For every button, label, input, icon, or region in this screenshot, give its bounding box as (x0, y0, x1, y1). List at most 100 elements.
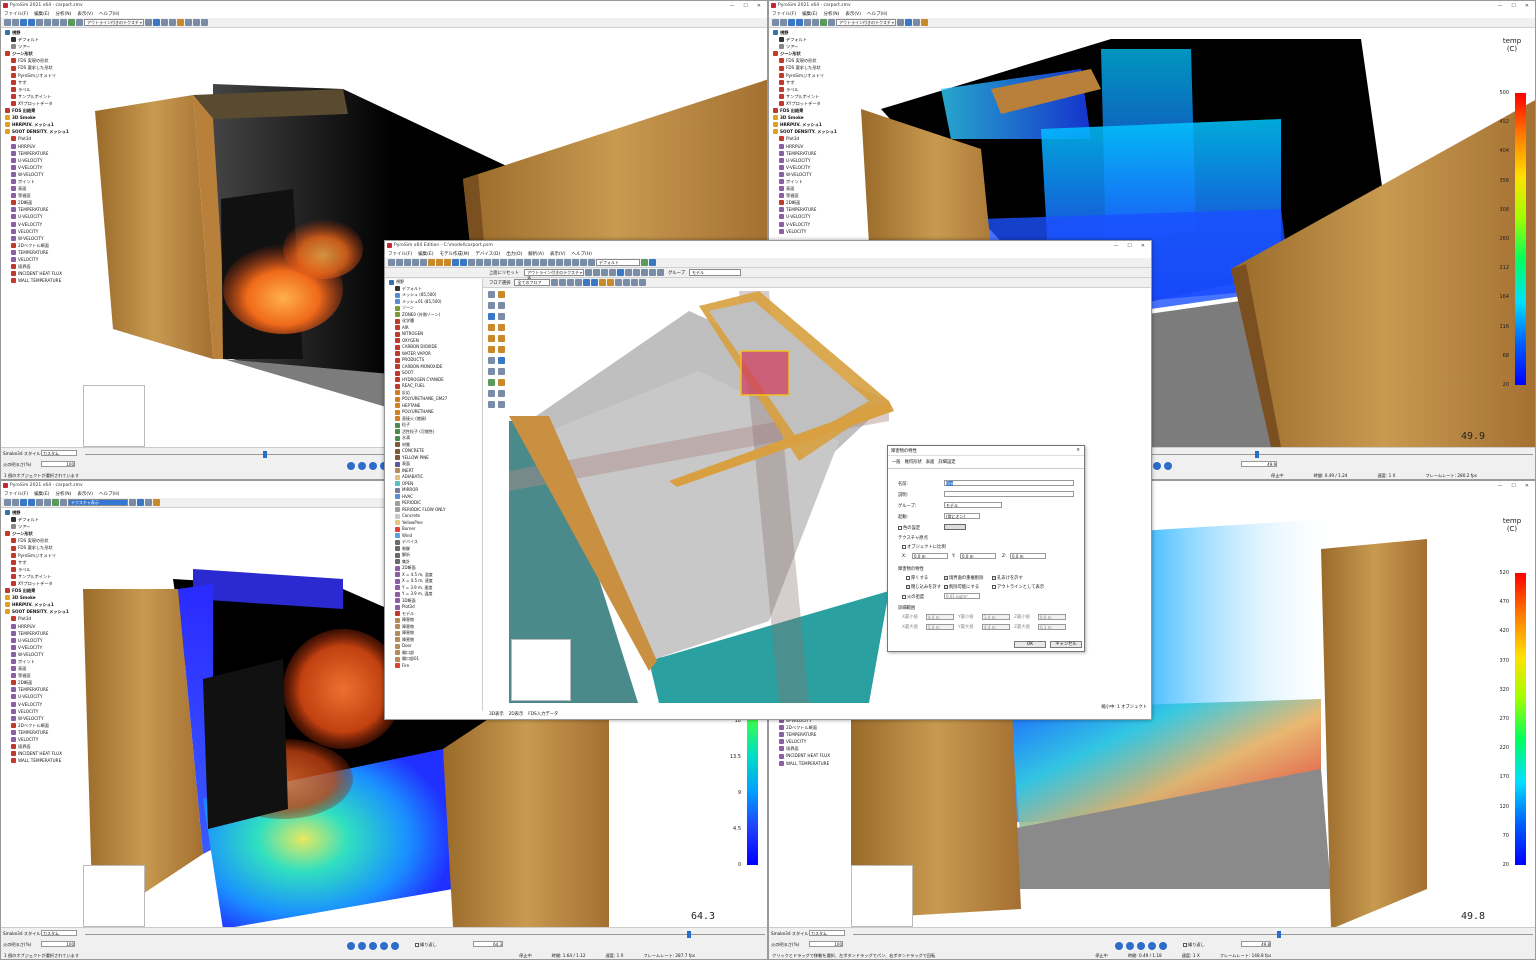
bound-input[interactable]: 4.0 m (926, 614, 954, 620)
tree-item[interactable]: HRRPUV. メッシュ1 (769, 121, 849, 128)
reset-view-button[interactable]: 上面にリセット (489, 270, 519, 276)
tree-item[interactable]: 視野 (1, 29, 81, 36)
tree-item[interactable]: SOOT DENSITY. メッシュ1 (769, 128, 849, 135)
render-mode-select[interactable]: アウトライン付きのテクスチャ (84, 19, 144, 26)
tool-icon[interactable] (153, 19, 160, 26)
smoke-style-select[interactable]: カスタム (809, 930, 845, 936)
tab-fds-input[interactable]: FDS入力データ (528, 711, 558, 717)
tool-icon[interactable] (498, 357, 505, 364)
open-icon[interactable] (4, 19, 11, 26)
tree-item[interactable]: SOOT DENSITY. メッシュ1 (1, 128, 81, 135)
tool-icon[interactable] (145, 499, 152, 506)
close-icon[interactable]: ✕ (1076, 448, 1084, 453)
tree-item[interactable]: FDS 実現の形状 (1, 537, 81, 544)
cancel-button[interactable]: キャンセル (1050, 641, 1082, 648)
tool-icon[interactable] (60, 19, 67, 26)
tool-icon[interactable] (185, 19, 192, 26)
save-icon[interactable] (404, 259, 411, 266)
tool-icon[interactable] (488, 335, 495, 342)
minimize-icon[interactable]: — (1497, 3, 1502, 9)
tree-item[interactable]: サポ (1, 559, 81, 566)
tree-item[interactable]: Plot3d (1, 135, 81, 142)
tree-item[interactable]: 表面 (1, 665, 81, 672)
tool-icon[interactable] (649, 259, 656, 266)
tree-item[interactable]: VELOCITY (769, 228, 849, 235)
tool-icon[interactable] (508, 259, 515, 266)
tool-icon[interactable] (498, 401, 505, 408)
tree-item[interactable]: V-VELOCITY (769, 221, 849, 228)
allow-holes-checkbox[interactable] (992, 575, 996, 580)
play-button[interactable] (369, 942, 377, 950)
floor-select[interactable]: 全てのフロア (514, 279, 551, 286)
rewind-button[interactable] (347, 462, 355, 470)
tree-item[interactable]: 2Dベクトル断面 (769, 724, 849, 731)
tool-icon[interactable] (60, 499, 67, 506)
tool-icon[interactable] (905, 19, 912, 26)
timeline-thumb[interactable] (263, 451, 267, 458)
group-select[interactable]: モデル (689, 269, 742, 276)
bound-input[interactable]: 0.0 m (1038, 614, 1066, 620)
tree-item[interactable]: 2D断面 (1, 679, 81, 686)
opacity-input[interactable]: 100 (809, 941, 843, 947)
tree-item[interactable]: サンプルポイント (1, 93, 81, 100)
tool-icon[interactable] (548, 259, 555, 266)
tool-icon[interactable] (609, 269, 617, 276)
menu-file[interactable]: ファイル(F) (388, 251, 412, 257)
tree-item[interactable]: ポイント (1, 178, 81, 185)
menu-help[interactable]: ヘルプ(H) (867, 11, 887, 17)
tree-item[interactable]: VELOCITY (1, 256, 81, 263)
tool-icon[interactable] (193, 19, 200, 26)
maximize-icon[interactable]: ☐ (743, 3, 747, 9)
tree-item[interactable]: サポ (1, 79, 81, 86)
tree-item[interactable]: PyroSimジオメトリ (1, 72, 81, 79)
tree-item[interactable]: FDS 出結果 (1, 107, 81, 114)
tab-geometry[interactable]: 幾何形状 (905, 459, 922, 465)
tool-icon[interactable] (498, 379, 505, 386)
tool-icon[interactable] (913, 19, 920, 26)
tree-item[interactable]: HRRPUV. メッシュ1 (1, 121, 81, 128)
outline-checkbox[interactable] (992, 584, 996, 589)
tool-icon[interactable] (498, 346, 505, 353)
tree-item[interactable]: ジーン形状 (769, 50, 849, 57)
tool-icon[interactable] (559, 279, 567, 286)
tree-item[interactable]: ツアー (1, 523, 81, 530)
tool-icon[interactable] (488, 390, 495, 397)
menu-view[interactable]: 表示(V) (77, 491, 93, 497)
tree-item[interactable]: ジーン形状 (1, 530, 81, 537)
tree-item[interactable]: ジーン形状 (1, 50, 81, 57)
tool-icon[interactable] (556, 259, 563, 266)
tree-item[interactable]: 表面 (1, 185, 81, 192)
open-icon[interactable] (4, 499, 11, 506)
time-input[interactable]: 49.9 (1241, 461, 1277, 467)
tree-item[interactable]: ツアー (1, 43, 81, 50)
menu-view[interactable]: 表示(V) (550, 251, 566, 257)
tree-item[interactable]: TEMPERATURE (769, 206, 849, 213)
tool-icon[interactable] (76, 19, 83, 26)
minimize-icon[interactable]: — (1497, 483, 1502, 489)
tree-item[interactable]: 3D Smoke (1, 594, 81, 601)
tree-item[interactable]: ツアー (769, 43, 849, 50)
save-icon[interactable] (780, 19, 787, 26)
tree-item[interactable]: V-VELOCITY (1, 644, 81, 651)
tool-icon[interactable] (44, 19, 51, 26)
tool-icon[interactable] (492, 259, 499, 266)
play-button[interactable] (1137, 942, 1145, 950)
view-icon[interactable] (20, 19, 27, 26)
tab-surfaces[interactable]: 表面 (926, 459, 935, 465)
render-mode-select[interactable]: アウトライン付きのテクスチャ表 (524, 269, 585, 281)
tool-icon[interactable] (828, 19, 835, 26)
tree-item[interactable]: W-VELOCITY (1, 651, 81, 658)
close-icon[interactable]: ✕ (1525, 483, 1529, 489)
redo-icon[interactable] (420, 259, 427, 266)
tool-icon[interactable] (44, 499, 51, 506)
tree-item[interactable]: VELOCITY (1, 708, 81, 715)
tree-item[interactable]: V-VELOCITY (1, 164, 81, 171)
close-icon[interactable]: ✕ (1525, 3, 1529, 9)
view-icon[interactable] (460, 259, 467, 266)
obstruction-icon[interactable] (488, 324, 495, 331)
tab-3d-view[interactable]: 3D表示 (489, 711, 504, 717)
menu-edit[interactable]: 編集(E) (34, 491, 49, 497)
tree-item[interactable]: サポ (769, 79, 849, 86)
loop-checkbox[interactable] (1183, 943, 1187, 947)
tool-icon[interactable] (615, 279, 623, 286)
